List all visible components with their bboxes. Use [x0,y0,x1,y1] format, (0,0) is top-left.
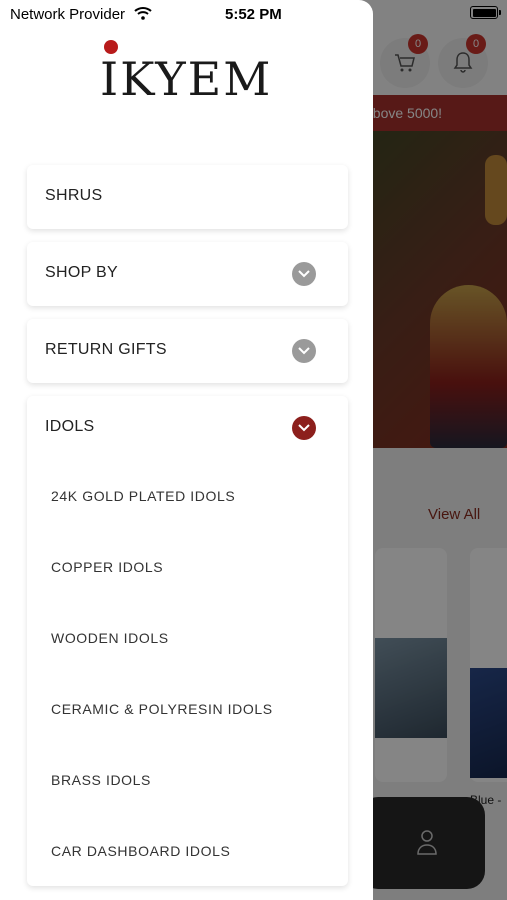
status-time: 5:52 PM [225,6,282,23]
brand-logo[interactable]: IKYEM [100,40,275,110]
submenu-item-24k-gold-plated-idols[interactable]: 24K GOLD PLATED IDOLS [51,488,235,504]
submenu-item-wooden-idols[interactable]: WOODEN IDOLS [51,630,169,646]
submenu-item-brass-idols[interactable]: BRASS IDOLS [51,772,151,788]
status-bar: Network Provider 5:52 PM [0,0,507,28]
menu-item-label: SHOP BY [45,264,118,281]
menu-item-idols[interactable]: IDOLS 24K GOLD PLATED IDOLS COPPER IDOLS… [27,396,348,886]
menu-item-label: SHRUS [45,187,103,204]
submenu-item-car-dashboard-idols[interactable]: CAR DASHBOARD IDOLS [51,843,230,859]
battery-icon [470,6,501,19]
logo-text: IKYEM [100,52,273,106]
chevron-down-icon[interactable] [292,416,316,440]
menu-item-shrus[interactable]: SHRUS [27,165,348,229]
chevron-down-icon[interactable] [292,339,316,363]
menu-item-return-gifts[interactable]: RETURN GIFTS [27,319,348,383]
wifi-icon [134,7,152,20]
menu-item-label: IDOLS [45,418,95,435]
menu-item-shop-by[interactable]: SHOP BY [27,242,348,306]
submenu-item-ceramic-polyresin-idols[interactable]: CERAMIC & POLYRESIN IDOLS [51,701,273,717]
carrier-label: Network Provider [10,6,126,23]
menu-item-label: RETURN GIFTS [45,341,167,358]
chevron-down-icon[interactable] [292,262,316,286]
side-drawer: IKYEM SHRUS SHOP BY RETURN GIFTS IDOLS 2… [0,0,373,900]
submenu-item-copper-idols[interactable]: COPPER IDOLS [51,559,163,575]
